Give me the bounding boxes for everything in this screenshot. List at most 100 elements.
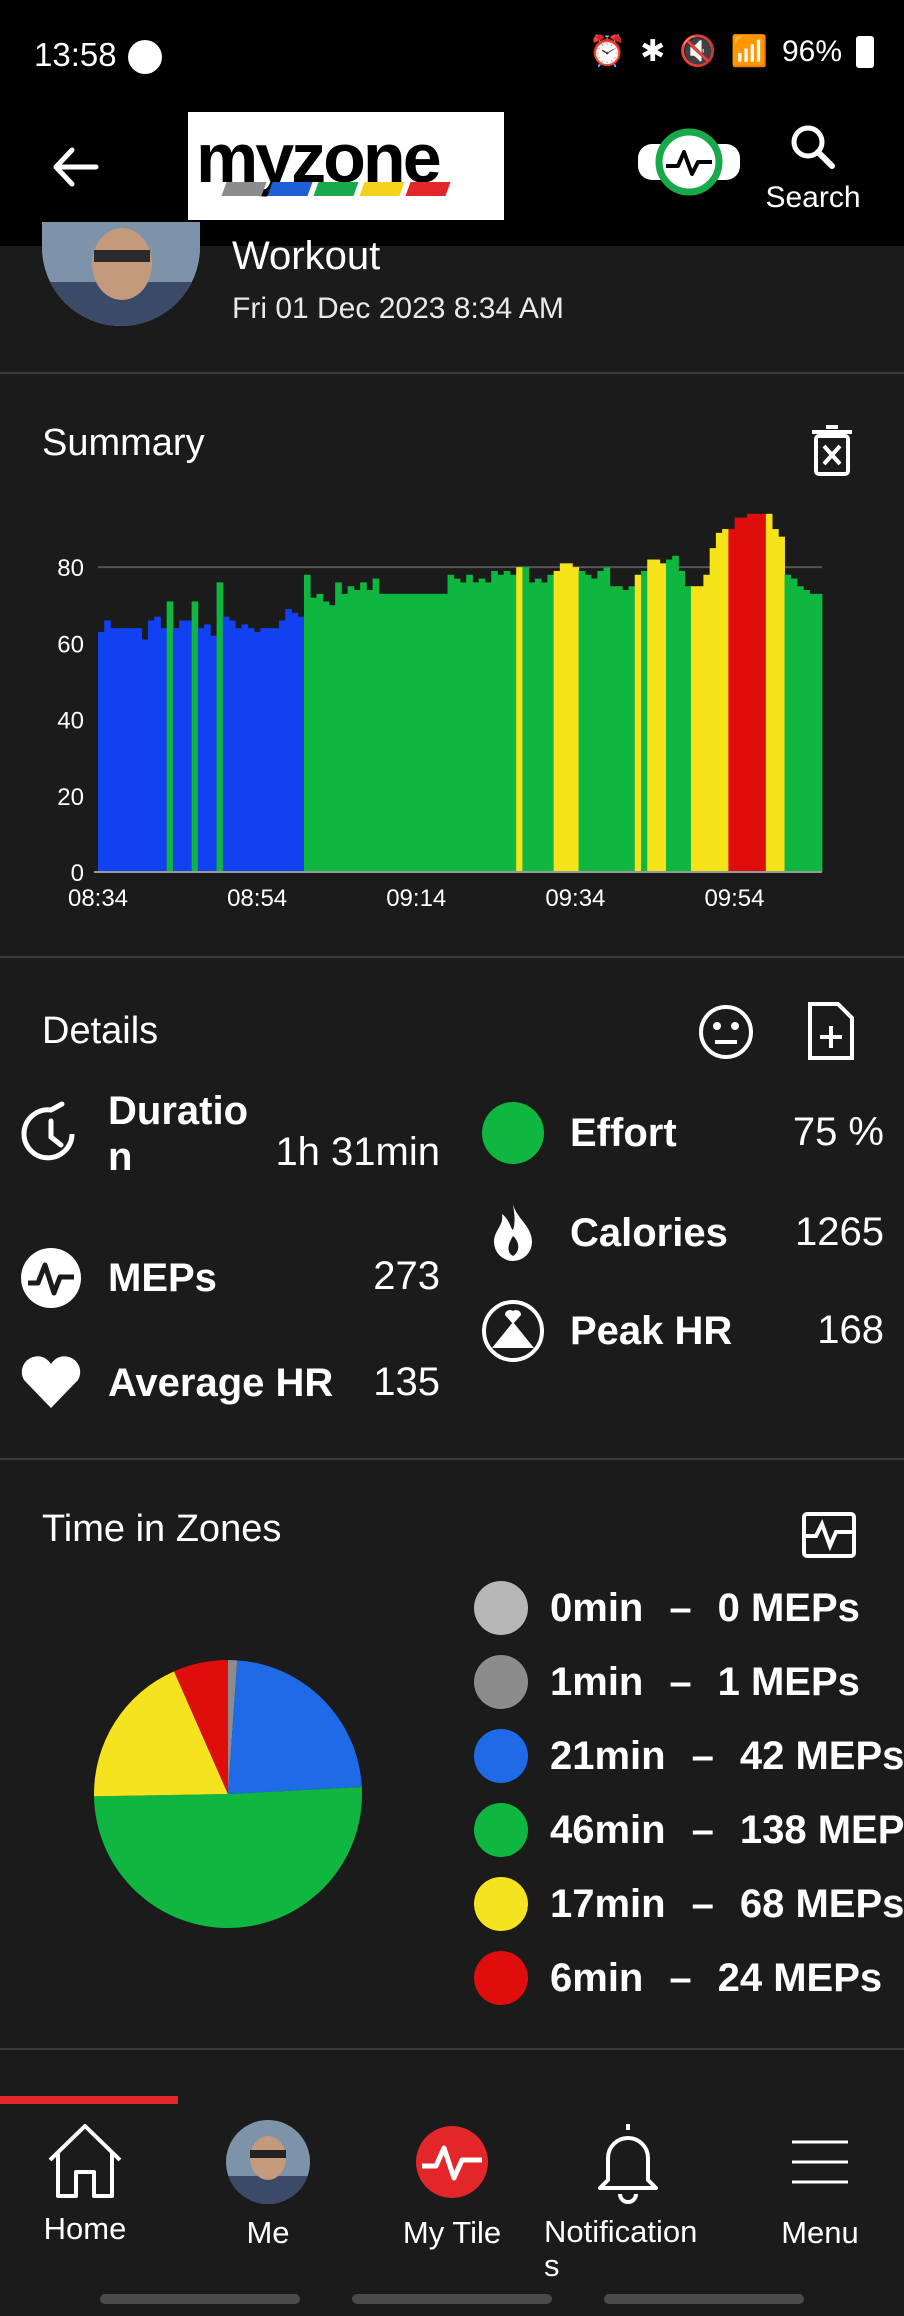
chart-bar bbox=[597, 570, 604, 872]
heart-rate-chart: 0 20 40 60 80 08:34 08:54 09:14 09:34 09:54 bbox=[57, 513, 823, 912]
chart-bar bbox=[378, 593, 386, 872]
chart-bar bbox=[291, 612, 299, 872]
status-time: 13:58 bbox=[34, 36, 117, 73]
zone-minutes: 6min bbox=[550, 1955, 644, 2000]
chart-bar bbox=[129, 628, 136, 872]
zone-meps: 24 MEPs bbox=[717, 1955, 883, 2000]
chart-bar bbox=[353, 590, 361, 872]
zone-legend-row: 46min – 138 MEPs bbox=[474, 1800, 904, 1860]
zone-meps: 0 MEPs bbox=[717, 1585, 860, 1630]
chart-bar bbox=[116, 628, 124, 872]
chart-bar bbox=[147, 620, 155, 872]
zone-legend-row: 1min – 1 MEPs bbox=[474, 1652, 860, 1712]
zone-separator: – bbox=[691, 1881, 714, 1926]
chart-bar bbox=[728, 529, 736, 872]
chart-bar bbox=[110, 628, 118, 872]
nav-menu[interactable]: Menu bbox=[730, 2120, 904, 2251]
zone-minutes: 21min bbox=[550, 1733, 666, 1778]
workout-title: Workout bbox=[232, 234, 381, 278]
gesture-bar bbox=[352, 2294, 552, 2304]
chart-bar bbox=[98, 631, 105, 872]
chart-bar bbox=[722, 529, 729, 872]
y-tick-label: 80 bbox=[57, 555, 84, 582]
gesture-bar bbox=[100, 2294, 300, 2304]
belt-tracker-icon[interactable] bbox=[636, 126, 742, 198]
zone-separator: – bbox=[691, 1733, 714, 1778]
chart-bar bbox=[747, 513, 754, 872]
chart-bar bbox=[553, 570, 561, 872]
avatar bbox=[226, 2120, 310, 2204]
chart-bar bbox=[135, 628, 143, 872]
zone-color-dot bbox=[474, 1581, 528, 1635]
nav-me[interactable]: Me bbox=[178, 2120, 358, 2251]
chart-bar bbox=[328, 605, 336, 872]
chart-bar bbox=[453, 578, 461, 872]
chart-bar bbox=[166, 601, 174, 872]
detail-value: 135 bbox=[373, 1360, 440, 1404]
alarm-icon: ⏰ bbox=[588, 35, 627, 68]
search-button[interactable]: Search bbox=[760, 120, 866, 230]
back-arrow-icon[interactable] bbox=[48, 140, 102, 194]
battery-icon bbox=[856, 35, 874, 68]
chart-bar bbox=[709, 548, 717, 872]
nav-notifications[interactable]: Notification s bbox=[538, 2120, 718, 2283]
chart-bar bbox=[229, 620, 236, 872]
zone-minutes: 46min bbox=[550, 1807, 666, 1852]
chart-bar bbox=[603, 567, 611, 872]
zone-legend-row: 21min – 42 MEPs bbox=[474, 1726, 904, 1786]
zone-legend-row: 17min – 68 MEPs bbox=[474, 1874, 904, 1934]
scroll-indicator bbox=[0, 2096, 178, 2104]
chart-bar bbox=[809, 593, 817, 872]
stopwatch-icon bbox=[21, 1101, 75, 1161]
zone-meps: 68 MEPs bbox=[739, 1881, 904, 1926]
chart-bar bbox=[690, 586, 698, 872]
chart-bar bbox=[122, 628, 130, 872]
zone-chart-toggle-icon[interactable] bbox=[800, 1510, 858, 1560]
add-note-icon[interactable] bbox=[806, 1000, 856, 1062]
chart-bar bbox=[815, 593, 823, 872]
chart-bar bbox=[472, 582, 480, 872]
chart-bar bbox=[210, 635, 217, 872]
zone-minutes: 1min bbox=[550, 1659, 644, 1704]
mute-icon: 🔇 bbox=[679, 35, 717, 68]
zone-color-dot bbox=[474, 1877, 528, 1931]
detail-peak-hr: Peak HR bbox=[480, 1298, 732, 1364]
zone-meps: 1 MEPs bbox=[717, 1659, 860, 1704]
chart-bar bbox=[141, 639, 149, 872]
y-tick-label: 0 bbox=[71, 860, 84, 887]
chart-bar bbox=[254, 631, 261, 872]
chart-bar bbox=[154, 616, 161, 872]
bottom-nav: Home Me My Tile Notification s Menu bbox=[0, 2050, 904, 2283]
flame-icon bbox=[494, 1204, 532, 1261]
x-tick-label: 08:54 bbox=[227, 885, 287, 912]
detail-value: 1265 bbox=[795, 1210, 884, 1254]
delete-icon[interactable] bbox=[810, 424, 854, 476]
detail-value: 273 bbox=[373, 1254, 440, 1298]
chart-bar bbox=[428, 593, 436, 872]
logo-stripe bbox=[267, 182, 313, 196]
chart-bar bbox=[297, 616, 305, 872]
zone-color-dot bbox=[474, 1951, 528, 2005]
chart-bar bbox=[516, 567, 523, 872]
logo-stripe bbox=[313, 182, 359, 196]
chart-bar bbox=[653, 559, 661, 872]
zone-minutes: 17min bbox=[550, 1881, 666, 1926]
chart-bar bbox=[622, 590, 629, 872]
zone-pie-chart bbox=[94, 1660, 363, 1929]
chart-bar bbox=[466, 574, 473, 872]
mood-icon[interactable] bbox=[696, 1002, 756, 1062]
zone-separator: – bbox=[669, 1585, 692, 1630]
effort-icon bbox=[480, 1100, 546, 1166]
heart-icon bbox=[21, 1356, 81, 1408]
nav-home[interactable]: Home bbox=[0, 2120, 175, 2247]
nav-my-tile[interactable]: My Tile bbox=[362, 2120, 542, 2251]
logo-stripe bbox=[405, 182, 451, 196]
detail-label: Effort bbox=[570, 1110, 677, 1155]
chart-bar bbox=[784, 574, 792, 872]
chart-bar bbox=[279, 620, 286, 872]
chart-bar bbox=[366, 590, 374, 872]
x-tick-label: 09:54 bbox=[704, 885, 764, 912]
chart-bar bbox=[803, 590, 810, 872]
status-icons: ⏰ ✱ 🔇 📶 96% bbox=[589, 34, 874, 69]
chart-bar bbox=[403, 593, 411, 872]
